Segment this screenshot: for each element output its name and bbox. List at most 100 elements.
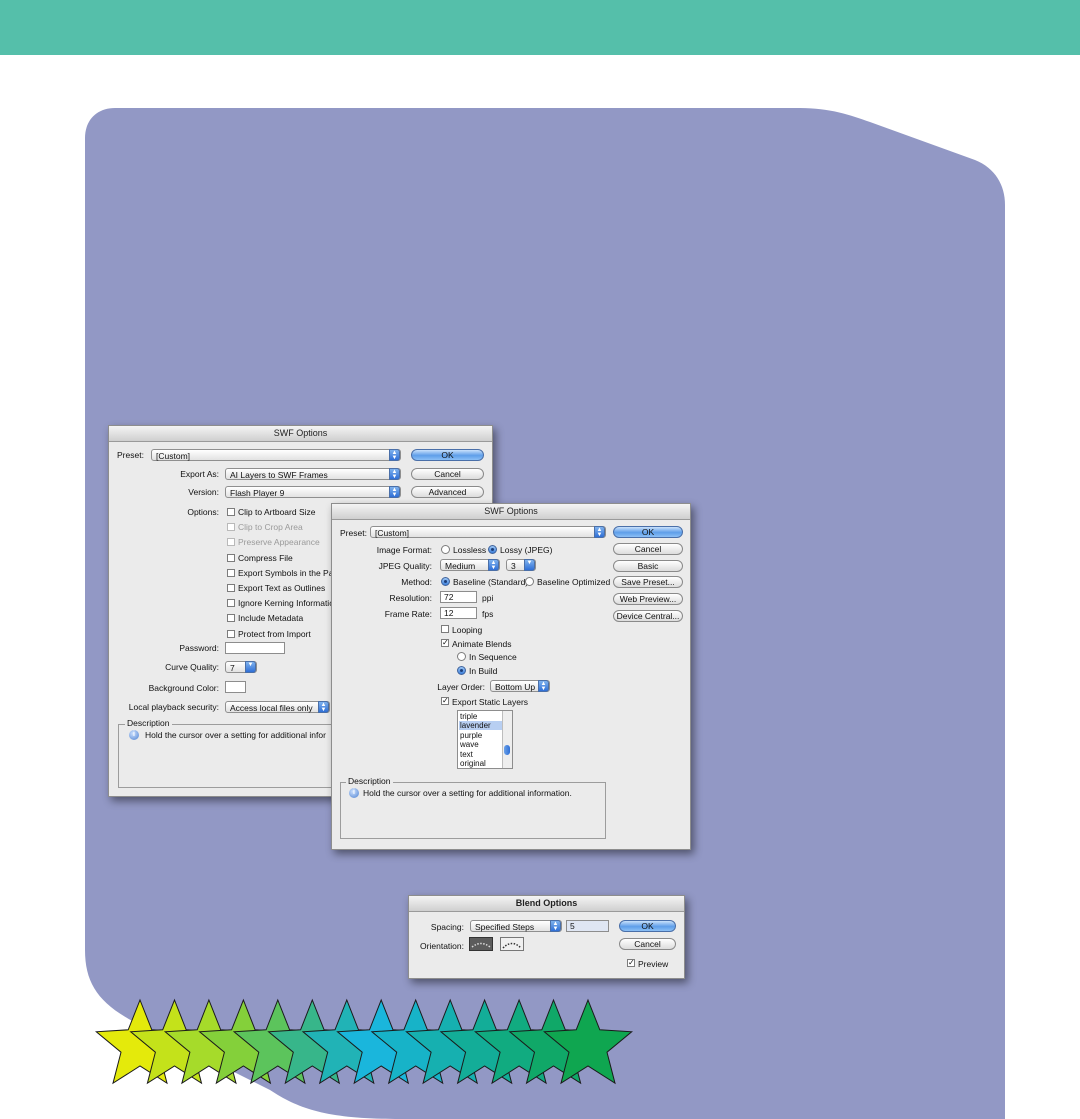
resolution-unit: ppi: [482, 593, 494, 603]
animate-blends-checkbox[interactable]: ✓: [441, 639, 449, 647]
align-to-path-icon[interactable]: [500, 937, 524, 951]
static-layers-list[interactable]: triple lavender purple wave text original: [457, 710, 513, 769]
ok-button[interactable]: OK: [613, 526, 683, 538]
layer-list-item[interactable]: purple: [460, 731, 482, 740]
layer-list-item[interactable]: text: [460, 750, 473, 759]
spacing-dropdown[interactable]: Specified Steps ▲ ▼: [470, 920, 562, 932]
info-icon: i: [349, 788, 359, 798]
jpeg-quality-value: Medium: [445, 561, 476, 571]
option-label: Ignore Kerning Informatic: [238, 598, 334, 609]
spacing-label: Spacing:: [430, 922, 464, 932]
advanced-button[interactable]: Advanced: [411, 486, 484, 498]
dialog-title: SWF Options: [109, 426, 492, 442]
orientation-label: Orientation:: [420, 941, 464, 951]
option-label: Export Text as Outlines: [238, 583, 326, 593]
lossless-label: Lossless: [453, 545, 487, 555]
image-format-label: Image Format:: [376, 545, 432, 555]
device-central-button[interactable]: Device Central...: [613, 610, 683, 622]
option-checkbox[interactable]: [227, 553, 235, 562]
layer-list-item[interactable]: original: [460, 759, 486, 768]
cancel-button[interactable]: Cancel: [613, 543, 683, 555]
frame-rate-field[interactable]: 12: [440, 607, 477, 619]
password-label: Password:: [179, 643, 219, 653]
option-label: Protect from Import: [238, 628, 311, 639]
ok-button[interactable]: OK: [411, 449, 484, 461]
in-sequence-label: In Sequence: [469, 652, 517, 662]
option-checkbox[interactable]: [227, 599, 235, 608]
orientation-page-glyph: [471, 942, 491, 948]
looping-checkbox[interactable]: [441, 625, 449, 633]
chevron-updown-icon: ▲ ▼: [389, 486, 400, 498]
preset-value: [Custom]: [375, 528, 410, 538]
basic-button[interactable]: Basic: [613, 560, 683, 572]
save-preset-button[interactable]: Save Preset...: [613, 576, 683, 588]
jpeg-quality-number-dropdown[interactable]: 3 ▼: [506, 559, 536, 571]
lossy-jpeg-label: Lossy (JPEG): [500, 545, 553, 555]
frame-rate-unit: fps: [482, 609, 494, 619]
baseline-optimized-radio[interactable]: [525, 577, 534, 586]
layer-order-dropdown[interactable]: Bottom Up ▲ ▼: [490, 680, 550, 692]
description-text: Hold the cursor over a setting for addit…: [363, 788, 572, 798]
description-title: Description: [346, 776, 393, 786]
chevron-updown-icon: ▲ ▼: [389, 468, 400, 480]
chevron-updown-icon: ▲ ▼: [389, 449, 400, 461]
version-label: Version:: [188, 487, 219, 497]
ok-button[interactable]: OK: [619, 920, 676, 932]
cancel-button[interactable]: Cancel: [619, 938, 676, 950]
option-label: Compress File: [238, 552, 293, 563]
preset-dropdown[interactable]: [Custom] ▲ ▼: [370, 526, 606, 538]
lossless-radio[interactable]: [441, 545, 450, 554]
version-dropdown[interactable]: Flash Player 9 ▲ ▼: [225, 486, 401, 498]
swf-options-basic-dialog: SWF Options Preset: [Custom] ▲ ▼ OK Image …: [331, 503, 691, 850]
spacing-value: Specified Steps: [475, 922, 535, 932]
cancel-button[interactable]: Cancel: [411, 468, 484, 480]
layer-order-label: Layer Order:: [437, 682, 485, 692]
export-static-layers-checkbox[interactable]: ✓: [441, 697, 449, 705]
background-color-swatch[interactable]: [225, 681, 246, 693]
password-field[interactable]: [225, 642, 285, 654]
chevron-down-icon: ▼: [245, 661, 256, 673]
resolution-field[interactable]: 72: [440, 591, 477, 603]
layer-list-item[interactable]: lavender: [459, 721, 503, 731]
list-scrollbar[interactable]: [502, 711, 512, 768]
chevron-updown-icon: ▲ ▼: [550, 920, 561, 932]
steps-field[interactable]: 5: [566, 920, 609, 932]
option-checkbox[interactable]: [227, 538, 235, 547]
local-playback-dropdown[interactable]: Access local files only ▲ ▼: [225, 701, 330, 713]
chevron-updown-icon: ▲ ▼: [538, 680, 549, 692]
lossy-jpeg-radio[interactable]: [488, 545, 497, 554]
option-checkbox[interactable]: [227, 614, 235, 623]
export-as-value: AI Layers to SWF Frames: [230, 470, 328, 480]
baseline-standard-radio[interactable]: [441, 577, 450, 586]
layer-list-item[interactable]: wave: [460, 740, 479, 749]
scroll-thumb[interactable]: [504, 745, 510, 755]
frame-rate-label: Frame Rate:: [384, 609, 432, 619]
export-as-label: Export As:: [180, 469, 219, 479]
chevron-updown-icon: ▲ ▼: [318, 701, 329, 713]
chevron-updown-icon: ▲ ▼: [594, 526, 605, 538]
layer-order-value: Bottom Up: [495, 682, 536, 692]
curve-quality-dropdown[interactable]: 7 ▼: [225, 661, 257, 673]
jpeg-quality-label: JPEG Quality:: [378, 561, 432, 571]
align-to-page-icon[interactable]: [469, 937, 493, 951]
preview-label: Preview: [638, 959, 669, 969]
option-checkbox[interactable]: [227, 584, 235, 592]
preset-dropdown[interactable]: [Custom] ▲ ▼: [151, 449, 401, 461]
option-checkbox[interactable]: [227, 629, 235, 638]
option-checkbox[interactable]: [227, 568, 235, 577]
export-as-dropdown[interactable]: AI Layers to SWF Frames ▲ ▼: [225, 468, 401, 480]
preview-checkbox[interactable]: ✓: [627, 959, 635, 967]
in-build-radio[interactable]: [457, 666, 466, 675]
option-label: Export Symbols in the Par: [238, 567, 337, 578]
dialog-title: SWF Options: [332, 504, 690, 520]
jpeg-quality-dropdown[interactable]: Medium ▲ ▼: [440, 559, 500, 571]
option-label: Clip to Crop Area: [238, 522, 303, 533]
web-preview-button[interactable]: Web Preview...: [613, 593, 683, 605]
chevron-down-icon: ▼: [524, 559, 535, 571]
layer-list-item[interactable]: triple: [460, 712, 477, 721]
option-checkbox[interactable]: [227, 523, 235, 532]
preset-label: Preset:: [117, 450, 144, 460]
baseline-standard-label: Baseline (Standard): [453, 577, 529, 587]
in-sequence-radio[interactable]: [457, 652, 466, 661]
option-checkbox[interactable]: [227, 508, 235, 516]
